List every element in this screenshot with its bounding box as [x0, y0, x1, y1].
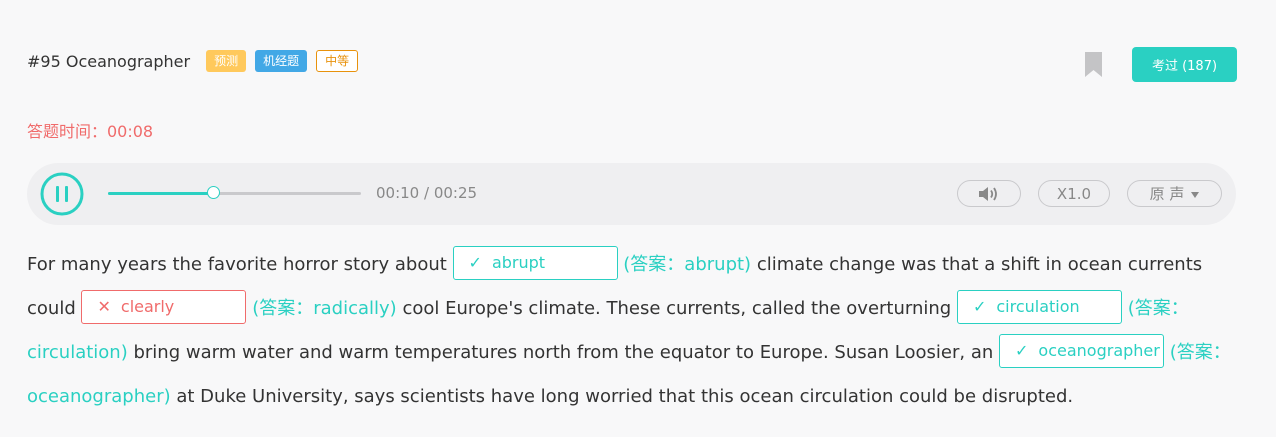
blank-value: abrupt — [491, 253, 546, 272]
blank-input-4[interactable]: ✓ oceanographer — [999, 334, 1165, 368]
correct-answer: (答案：abrupt) — [623, 254, 752, 275]
pause-icon — [40, 172, 84, 216]
caret-down-icon — [1191, 191, 1200, 198]
passage-text: bring warm water and warm temperatures n… — [133, 342, 994, 363]
passage-text: For many years the favorite horror story… — [27, 254, 447, 275]
blank-input-3[interactable]: ✓ circulation — [956, 290, 1122, 324]
bookmark-icon[interactable] — [1085, 52, 1102, 77]
passage: For many years the favorite horror story… — [27, 243, 1242, 419]
passage-text: at Duke University, says scientists have… — [176, 386, 1074, 407]
progress-handle[interactable] — [207, 186, 221, 199]
pause-button[interactable] — [40, 172, 84, 216]
blank-input-1[interactable]: ✓ abrupt — [452, 246, 618, 280]
blank-input-2[interactable]: ✕ clearly — [81, 290, 247, 324]
answer-timer: 答题时间：00:08 — [27, 122, 154, 141]
check-icon: ✓ — [468, 253, 482, 272]
check-icon: ✓ — [972, 297, 987, 316]
tag-machine-question: 机经题 — [255, 50, 308, 72]
volume-button[interactable] — [957, 180, 1021, 207]
progress-bar[interactable] — [108, 186, 361, 199]
tag-difficulty: 中等 — [316, 50, 359, 72]
blank-value: circulation — [996, 297, 1080, 316]
question-header: #95 Oceanographer 预测 机经题 中等 — [27, 50, 367, 72]
passed-count-button[interactable]: 考过 (187) — [1132, 47, 1237, 82]
tag-predict: 预测 — [206, 50, 247, 72]
progress-fill — [108, 192, 215, 195]
check-icon: ✓ — [1015, 341, 1029, 360]
audio-source-label: 原 声 — [1149, 185, 1185, 203]
blank-value: oceanographer — [1038, 341, 1160, 360]
cross-icon: ✕ — [97, 297, 111, 316]
blank-value: clearly — [120, 297, 175, 316]
passage-text: cool Europe's climate. These currents, c… — [402, 298, 952, 319]
audio-player: 00:10 / 00:25 X1.0 原 声 — [27, 163, 1236, 225]
volume-icon — [979, 186, 997, 201]
audio-source-dropdown[interactable]: 原 声 — [1127, 180, 1222, 207]
speed-button[interactable]: X1.0 — [1038, 180, 1110, 207]
correct-answer: (答案：radically) — [252, 298, 397, 319]
time-readout: 00:10 / 00:25 — [376, 184, 478, 202]
question-title: #95 Oceanographer — [27, 51, 191, 71]
